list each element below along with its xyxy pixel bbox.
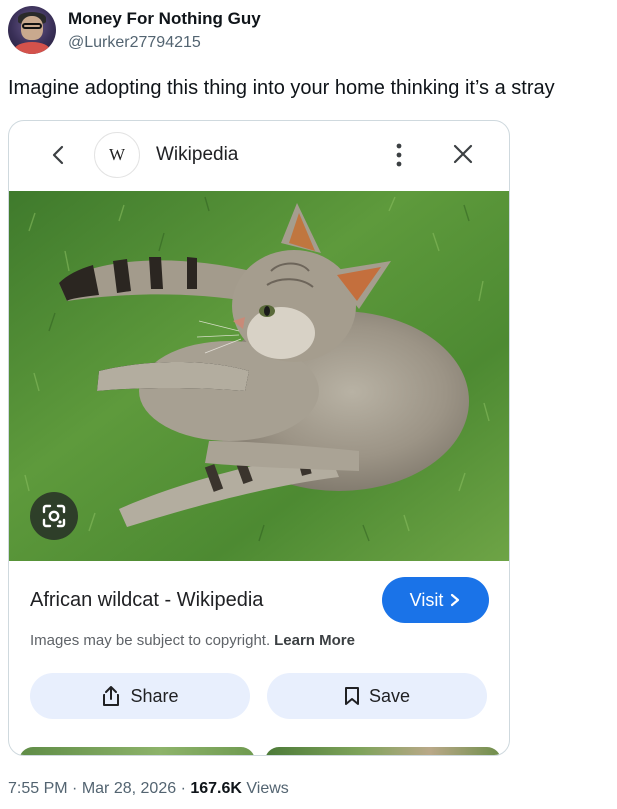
tweet-time[interactable]: 7:55 PM [8,780,68,797]
tweet-date[interactable]: Mar 28, 2026 [82,780,176,797]
related-image-thumbnail[interactable] [265,747,501,755]
tweet: Money For Nothing Guy @Lurker27794215 Im… [0,0,617,809]
author-display-name[interactable]: Money For Nothing Guy [68,9,261,29]
visit-button-label: Visit [409,589,444,610]
save-button[interactable]: Save [267,673,487,719]
views-label: Views [246,780,289,797]
chevron-right-icon [451,593,460,607]
related-image-thumbnail[interactable] [19,747,255,755]
share-button-label: Share [130,685,179,706]
more-vert-icon[interactable] [387,142,411,168]
avatar[interactable] [8,6,56,54]
result-title[interactable]: African wildcat - Wikipedia [30,589,263,612]
visit-button[interactable]: Visit [382,577,489,623]
google-lens-icon [42,504,66,528]
save-button-label: Save [368,685,411,706]
author-handle[interactable]: @Lurker27794215 [68,34,201,52]
meta-separator: · [180,780,186,797]
avatar-glasses [22,23,42,29]
copyright-text: Images may be subject to copyright. [30,632,271,649]
card-top-bar: W Wikipedia [9,121,509,187]
google-lens-button[interactable] [30,492,78,540]
tweet-meta: 7:55 PM · Mar 28, 2026 · 167.6K Views [8,780,289,798]
share-icon [103,686,120,706]
close-icon[interactable] [452,143,474,165]
embedded-screenshot-card[interactable]: W Wikipedia African wildcat - Wikipedia … [8,120,510,756]
wildcat-photo[interactable] [9,191,509,561]
views-count[interactable]: 167.6K [190,780,242,797]
bookmark-icon [344,687,359,705]
learn-more-link[interactable]: Learn More [274,632,355,649]
wildcat-photo-illustration [9,191,509,561]
share-button[interactable]: Share [30,673,250,719]
chevron-left-icon[interactable] [47,143,71,167]
wikipedia-logo-letter: W [108,145,126,164]
wikipedia-logo: W [94,132,140,178]
copyright-notice: Images may be subject to copyright. Learn… [30,632,355,649]
meta-separator: · [72,780,78,797]
avatar-shirt [14,42,50,54]
site-name: Wikipedia [156,144,239,165]
tweet-text: Imagine adopting this thing into your ho… [8,77,555,99]
